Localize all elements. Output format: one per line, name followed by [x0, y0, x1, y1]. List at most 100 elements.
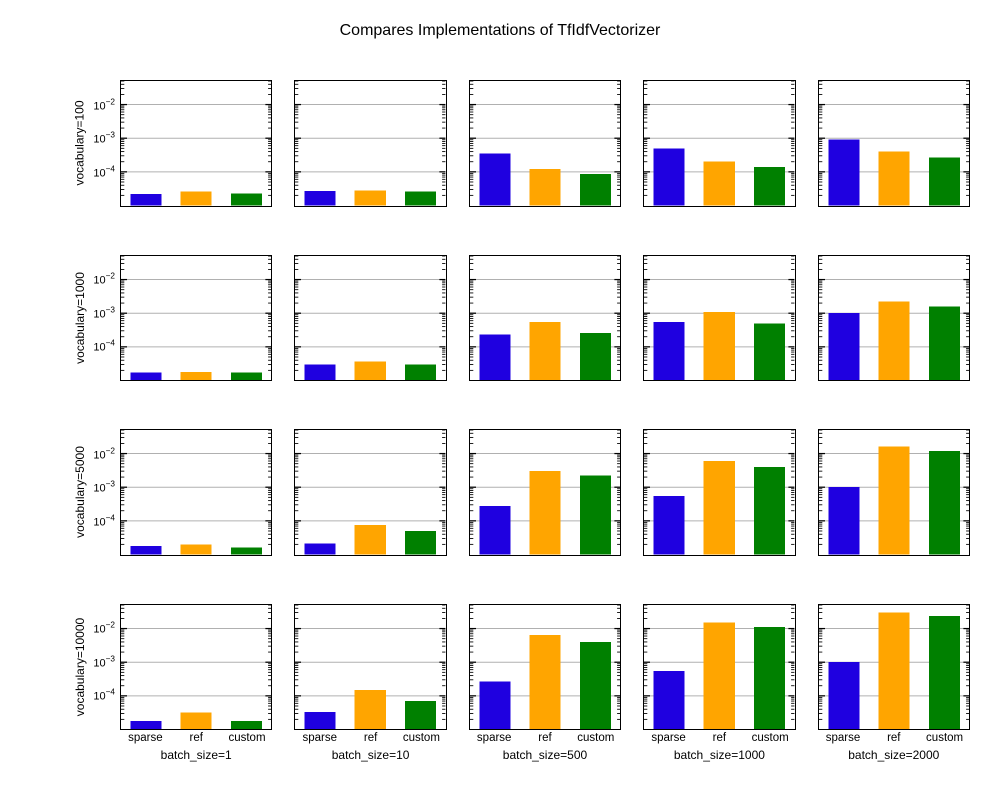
plot-canvas — [295, 430, 445, 555]
bar — [355, 361, 386, 380]
bar — [928, 451, 959, 555]
x-axis-label: batch_size=1000 — [643, 748, 795, 762]
figure-title: Compares Implementations of TfIdfVectori… — [0, 22, 1000, 40]
y-axis-label: vocabulary=1000 — [72, 255, 88, 382]
subplot — [294, 80, 446, 237]
axes — [294, 80, 446, 207]
bar — [529, 634, 560, 729]
bar — [878, 447, 909, 555]
bar — [754, 467, 785, 555]
bar — [479, 506, 510, 555]
subplot — [818, 80, 970, 237]
bar — [355, 525, 386, 554]
bar — [405, 192, 436, 206]
axes — [643, 429, 795, 556]
bar — [754, 627, 785, 729]
bar — [828, 313, 859, 380]
axes: 10−410−310−2 — [120, 255, 272, 382]
bar — [181, 192, 212, 206]
axes — [469, 604, 621, 731]
bar — [654, 496, 685, 555]
axes — [643, 80, 795, 207]
bar — [305, 544, 336, 555]
subplot — [469, 429, 621, 586]
y-tick-label: 10−2 — [93, 272, 121, 287]
bar — [231, 548, 262, 555]
x-axis-label: batch_size=10 — [294, 748, 446, 762]
bar — [479, 154, 510, 206]
bar — [231, 372, 262, 380]
x-tick-labels: sparserefcustom — [120, 732, 272, 746]
bar — [355, 190, 386, 205]
x-tick-labels: sparserefcustom — [469, 732, 621, 746]
x-tick-label: custom — [745, 732, 796, 746]
y-tick-label: 10−2 — [93, 97, 121, 112]
bar — [355, 689, 386, 729]
bar — [529, 321, 560, 380]
plot-canvas — [121, 81, 271, 206]
x-tick-label: sparse — [120, 732, 171, 746]
axes — [818, 429, 970, 556]
bar — [181, 712, 212, 729]
bar — [928, 306, 959, 380]
x-tick-labels: sparserefcustom — [818, 732, 970, 746]
axes — [294, 604, 446, 731]
subplot-grid: vocabulary=10010−410−310−2 vocabulary=100… — [120, 80, 970, 760]
bar — [231, 720, 262, 729]
bar — [828, 662, 859, 729]
subplot — [643, 255, 795, 412]
bar — [405, 364, 436, 380]
bar — [704, 622, 735, 729]
bar — [654, 321, 685, 380]
y-tick-label: 10−4 — [93, 514, 121, 529]
bar — [529, 471, 560, 554]
subplot: vocabulary=10010−410−310−2 — [120, 80, 272, 237]
x-tick-label: custom — [919, 732, 970, 746]
bar — [305, 712, 336, 729]
y-tick-label: 10−3 — [93, 131, 121, 146]
bar — [580, 476, 611, 555]
x-tick-label: ref — [171, 732, 222, 746]
bar — [479, 681, 510, 729]
bar — [231, 193, 262, 205]
subplot — [294, 255, 446, 412]
x-tick-label: ref — [520, 732, 571, 746]
axes — [818, 80, 970, 207]
x-tick-label: custom — [396, 732, 447, 746]
plot-canvas — [470, 430, 620, 555]
subplot — [469, 255, 621, 412]
axes — [818, 255, 970, 382]
bar — [405, 531, 436, 555]
plot-canvas — [644, 605, 794, 730]
bar — [878, 612, 909, 729]
x-tick-label: custom — [570, 732, 621, 746]
x-tick-labels: sparserefcustom — [643, 732, 795, 746]
bar — [754, 323, 785, 380]
plot-canvas — [295, 605, 445, 730]
y-tick-label: 10−4 — [93, 688, 121, 703]
subplot: vocabulary=100010−410−310−2 — [120, 255, 272, 412]
subplot — [818, 429, 970, 586]
axes: 10−410−310−2 — [120, 429, 272, 556]
bar — [878, 152, 909, 206]
x-tick-label: sparse — [643, 732, 694, 746]
axes — [469, 80, 621, 207]
bar — [928, 157, 959, 205]
y-tick-label: 10−3 — [93, 654, 121, 669]
y-axis-label: vocabulary=100 — [72, 80, 88, 207]
axes: 10−410−310−2 — [120, 604, 272, 731]
plot-canvas — [121, 430, 271, 555]
y-tick-label: 10−4 — [93, 165, 121, 180]
bar — [654, 148, 685, 205]
plot-canvas — [644, 430, 794, 555]
bar — [131, 720, 162, 729]
x-tick-label: custom — [222, 732, 273, 746]
bar — [828, 487, 859, 554]
subplot — [643, 429, 795, 586]
axes — [294, 429, 446, 556]
axes — [643, 604, 795, 731]
plot-canvas — [295, 256, 445, 381]
plot-canvas — [819, 256, 969, 381]
subplot: sparserefcustombatch_size=2000 — [818, 604, 970, 761]
axes — [294, 255, 446, 382]
